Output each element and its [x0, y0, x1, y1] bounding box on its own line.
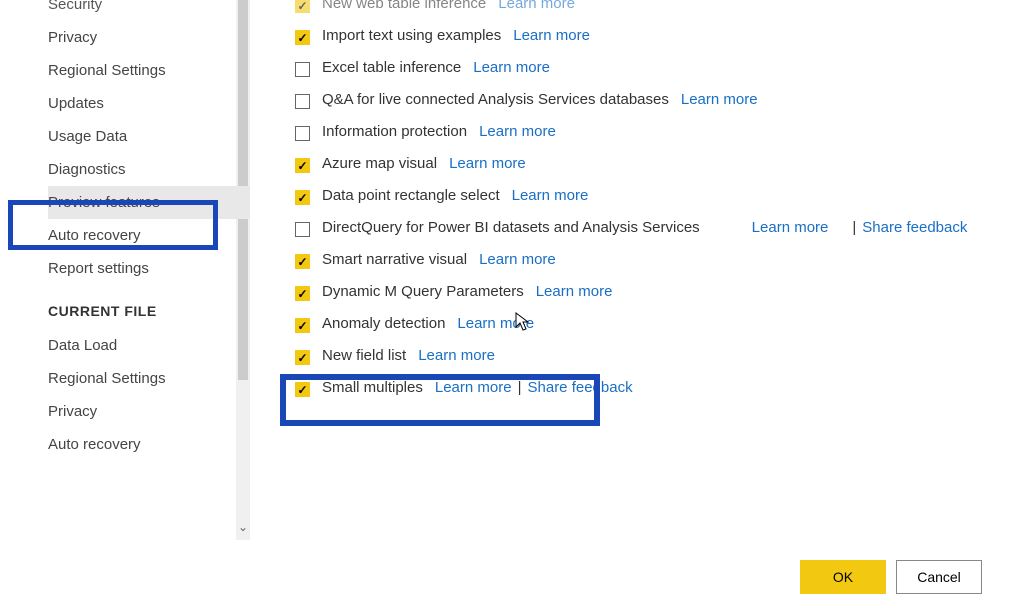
feature-row-new-web-table: New web table inference Learn more: [295, 0, 1020, 20]
sidebar-item-data-load[interactable]: Data Load: [48, 329, 250, 362]
sidebar-item-privacy[interactable]: Privacy: [48, 21, 250, 54]
divider-pipe: |: [852, 219, 856, 236]
feature-row-anomaly-detection: Anomaly detection Learn more: [295, 308, 1020, 340]
feature-row-dynamic-m-query: Dynamic M Query Parameters Learn more: [295, 276, 1020, 308]
feature-label: Anomaly detection: [322, 315, 445, 332]
learn-more-link[interactable]: Learn more: [479, 251, 556, 268]
feature-label: Import text using examples: [322, 27, 501, 44]
sidebar-item-report-settings[interactable]: Report settings: [48, 252, 250, 285]
learn-more-link[interactable]: Learn more: [752, 219, 829, 236]
options-sidebar: Security Privacy Regional Settings Updat…: [0, 0, 250, 540]
feature-row-azure-map: Azure map visual Learn more: [295, 148, 1020, 180]
dialog-footer: OK Cancel: [800, 560, 982, 594]
sidebar-item-preview-features[interactable]: Preview features: [48, 186, 250, 219]
feature-row-qa-analysis: Q&A for live connected Analysis Services…: [295, 84, 1020, 116]
learn-more-link[interactable]: Learn more: [681, 91, 758, 108]
feature-label: New web table inference: [322, 0, 486, 12]
feature-label: New field list: [322, 347, 406, 364]
feature-row-excel-table: Excel table inference Learn more: [295, 52, 1020, 84]
sidebar-item-security[interactable]: Security: [48, 0, 250, 21]
checkbox-new-web-table[interactable]: [295, 0, 310, 13]
sidebar-item-regional-settings[interactable]: Regional Settings: [48, 54, 250, 87]
sidebar-item-file-regional-settings[interactable]: Regional Settings: [48, 362, 250, 395]
checkbox-azure-map[interactable]: [295, 158, 310, 173]
learn-more-link[interactable]: Learn more: [513, 27, 590, 44]
checkbox-new-field-list[interactable]: [295, 350, 310, 365]
feature-label: Azure map visual: [322, 155, 437, 172]
chevron-down-icon[interactable]: ⌄: [238, 522, 248, 532]
checkbox-excel-table[interactable]: [295, 62, 310, 77]
feature-label: Dynamic M Query Parameters: [322, 283, 524, 300]
feature-row-data-point-rect: Data point rectangle select Learn more: [295, 180, 1020, 212]
ok-button[interactable]: OK: [800, 560, 886, 594]
feature-row-smart-narrative: Smart narrative visual Learn more: [295, 244, 1020, 276]
learn-more-link[interactable]: Learn more: [512, 187, 589, 204]
sidebar-item-file-auto-recovery[interactable]: Auto recovery: [48, 428, 250, 461]
sidebar-item-file-privacy[interactable]: Privacy: [48, 395, 250, 428]
cancel-button[interactable]: Cancel: [896, 560, 982, 594]
sidebar-section-current-file: CURRENT FILE: [48, 285, 250, 329]
checkbox-small-multiples[interactable]: [295, 382, 310, 397]
feature-label: Excel table inference: [322, 59, 461, 76]
sidebar-item-updates[interactable]: Updates: [48, 87, 250, 120]
learn-more-link[interactable]: Learn more: [498, 0, 575, 12]
feature-row-small-multiples: Small multiples Learn more | Share feedb…: [295, 372, 1020, 404]
learn-more-link[interactable]: Learn more: [536, 283, 613, 300]
sidebar-item-auto-recovery[interactable]: Auto recovery: [48, 219, 250, 252]
share-feedback-link[interactable]: Share feedback: [528, 379, 633, 396]
preview-features-panel: New web table inference Learn more Impor…: [250, 0, 1020, 540]
feature-label: Data point rectangle select: [322, 187, 500, 204]
feature-row-new-field-list: New field list Learn more: [295, 340, 1020, 372]
sidebar-item-usage-data[interactable]: Usage Data: [48, 120, 250, 153]
checkbox-smart-narrative[interactable]: [295, 254, 310, 269]
feature-label: DirectQuery for Power BI datasets and An…: [322, 219, 700, 236]
checkbox-info-protection[interactable]: [295, 126, 310, 141]
feature-label: Small multiples: [322, 379, 423, 396]
feature-label: Smart narrative visual: [322, 251, 467, 268]
feature-row-import-text: Import text using examples Learn more: [295, 20, 1020, 52]
feature-row-direct-query: DirectQuery for Power BI datasets and An…: [295, 212, 1020, 244]
feature-row-info-protection: Information protection Learn more: [295, 116, 1020, 148]
checkbox-data-point-rect[interactable]: [295, 190, 310, 205]
learn-more-link[interactable]: Learn more: [418, 347, 495, 364]
checkbox-qa-analysis[interactable]: [295, 94, 310, 109]
learn-more-link[interactable]: Learn more: [449, 155, 526, 172]
feature-label: Information protection: [322, 123, 467, 140]
checkbox-import-text[interactable]: [295, 30, 310, 45]
checkbox-dynamic-m-query[interactable]: [295, 286, 310, 301]
checkbox-direct-query[interactable]: [295, 222, 310, 237]
divider-pipe: |: [518, 379, 522, 396]
sidebar-item-diagnostics[interactable]: Diagnostics: [48, 153, 250, 186]
learn-more-link[interactable]: Learn more: [473, 59, 550, 76]
checkbox-anomaly-detection[interactable]: [295, 318, 310, 333]
share-feedback-link[interactable]: Share feedback: [862, 219, 967, 236]
learn-more-link[interactable]: Learn more: [479, 123, 556, 140]
learn-more-link[interactable]: Learn more: [457, 315, 534, 332]
learn-more-link[interactable]: Learn more: [435, 379, 512, 396]
sidebar-scrollbar[interactable]: ⌄: [236, 0, 250, 540]
feature-label: Q&A for live connected Analysis Services…: [322, 91, 669, 108]
